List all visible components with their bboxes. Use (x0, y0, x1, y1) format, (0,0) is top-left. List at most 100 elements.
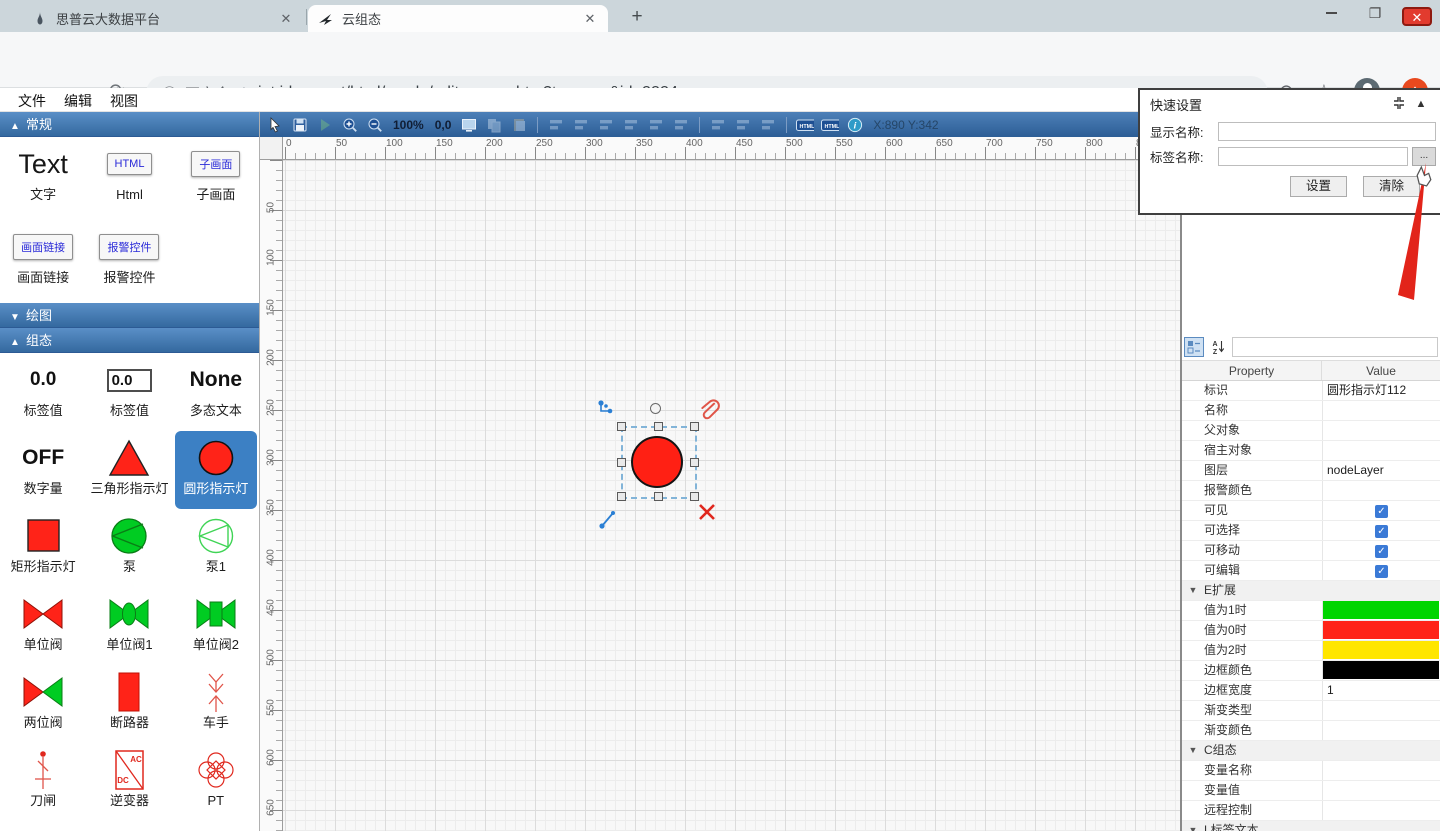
property-value[interactable] (1322, 401, 1440, 420)
menu-item[interactable]: 视图 (110, 91, 138, 111)
palette-item-label-value-glyph[interactable]: 0.0标签值 (2, 353, 84, 431)
palette-item-multistate-text-glyph[interactable]: None多态文本 (175, 353, 257, 431)
palette-item-circle-indicator-icon[interactable]: 圆形指示灯 (175, 431, 257, 509)
design-canvas[interactable] (283, 160, 1180, 831)
property-row[interactable]: 报警颜色 (1182, 481, 1440, 501)
property-value[interactable] (1322, 701, 1440, 720)
palette-section-general[interactable]: ▲常规 (0, 112, 259, 137)
delete-x-icon[interactable] (697, 502, 717, 527)
property-row[interactable]: 可移动✓ (1182, 541, 1440, 561)
palette-item-digital-glyph[interactable]: OFF数字量 (2, 431, 84, 509)
palette-item-subscreen-button[interactable]: 子画面子画面 (175, 137, 257, 215)
html-icon[interactable]: HTML (796, 116, 814, 134)
checkbox-checked-icon[interactable]: ✓ (1375, 525, 1388, 538)
checkbox-checked-icon[interactable]: ✓ (1375, 565, 1388, 578)
palette-item-text-glyph[interactable]: Text文字 (2, 137, 84, 215)
property-row[interactable]: 标识圆形指示灯112 (1182, 381, 1440, 401)
paperclip-icon[interactable] (698, 399, 720, 428)
property-value[interactable] (1322, 721, 1440, 740)
clear-button[interactable]: 清除 (1363, 176, 1420, 197)
property-row[interactable]: 可编辑✓ (1182, 561, 1440, 581)
property-row[interactable]: 远程控制 (1182, 801, 1440, 821)
property-value[interactable] (1322, 641, 1440, 660)
property-row[interactable]: 边框宽度1 (1182, 681, 1440, 701)
property-row[interactable]: 变量值 (1182, 781, 1440, 801)
sort-az-icon[interactable]: AZ (1208, 337, 1228, 357)
rotate-handle[interactable] (650, 403, 661, 414)
property-row[interactable]: 图层nodeLayer (1182, 461, 1440, 481)
palette-section-draw[interactable]: ▼绘图 (0, 303, 259, 328)
property-filter-box[interactable] (1232, 337, 1438, 357)
property-value[interactable]: ✓ (1322, 521, 1440, 540)
resize-handle-sw[interactable] (617, 492, 626, 501)
property-row[interactable]: 渐变类型 (1182, 701, 1440, 721)
color-swatch[interactable] (1323, 661, 1439, 679)
property-row[interactable]: 渐变颜色 (1182, 721, 1440, 741)
collapse-up-icon[interactable]: ▲ (1410, 98, 1432, 110)
property-value[interactable] (1322, 761, 1440, 780)
palette-item-two-position-valve-icon[interactable]: 两位阀 (2, 665, 84, 743)
resize-handle-w[interactable] (617, 458, 626, 467)
palette-item-pump1-icon[interactable]: 泵1 (175, 509, 257, 587)
menu-item[interactable]: 文件 (18, 91, 46, 111)
color-swatch[interactable] (1323, 601, 1439, 619)
property-value[interactable] (1322, 801, 1440, 820)
palette-item-screenlink-button[interactable]: 画面链接画面链接 (2, 220, 84, 298)
property-value[interactable] (1322, 421, 1440, 440)
property-row[interactable]: 值为0时 (1182, 621, 1440, 641)
property-value[interactable]: ✓ (1322, 541, 1440, 560)
checkbox-checked-icon[interactable]: ✓ (1375, 505, 1388, 518)
palette-section-scada[interactable]: ▲组态 (0, 328, 259, 353)
property-row[interactable]: 父对象 (1182, 421, 1440, 441)
tab-close-icon[interactable]: ✕ (582, 11, 598, 27)
palette-item-html-button[interactable]: HTMLHtml (88, 137, 170, 215)
set-button[interactable]: 设置 (1290, 176, 1347, 197)
palette-item-triangle-indicator-icon[interactable]: 三角形指示灯 (88, 431, 170, 509)
property-row[interactable]: 名称 (1182, 401, 1440, 421)
resize-line-icon[interactable] (596, 506, 622, 537)
property-row[interactable]: 变量名称 (1182, 761, 1440, 781)
property-group-row[interactable]: ▼C组态 (1182, 741, 1440, 761)
property-value[interactable] (1322, 481, 1440, 500)
palette-item-boxed-value-glyph[interactable]: 0.0标签值 (88, 353, 170, 431)
palette-item-valve-icon[interactable]: 单位阀 (2, 587, 84, 665)
property-value[interactable] (1322, 621, 1440, 640)
browse-tag-button[interactable]: ... (1412, 147, 1436, 166)
property-row[interactable]: 可选择✓ (1182, 521, 1440, 541)
property-value[interactable]: ✓ (1322, 561, 1440, 580)
property-value[interactable]: nodeLayer (1322, 461, 1440, 480)
property-value[interactable] (1322, 441, 1440, 460)
resize-handle-s[interactable] (654, 492, 663, 501)
property-value[interactable]: 圆形指示灯112 (1322, 381, 1440, 400)
new-tab-button[interactable]: + (624, 4, 650, 30)
group-collapse-icon[interactable]: ▼ (1182, 821, 1204, 831)
palette-item-pt-icon[interactable]: PT (175, 743, 257, 821)
property-row[interactable]: 值为2时 (1182, 641, 1440, 661)
display-name-input[interactable] (1218, 122, 1436, 141)
palette-item-breaker-icon[interactable]: 断路器 (88, 665, 170, 743)
html-preview-icon[interactable]: HTML (821, 116, 839, 134)
property-row[interactable]: 可见✓ (1182, 501, 1440, 521)
tab-close-icon[interactable]: ✕ (278, 11, 294, 27)
connect-nodes-icon[interactable] (597, 399, 617, 424)
checkbox-checked-icon[interactable]: ✓ (1375, 545, 1388, 558)
tab-scada-editor[interactable]: 云组态 ✕ (308, 5, 608, 32)
resize-handle-se[interactable] (690, 492, 699, 501)
property-value[interactable] (1322, 661, 1440, 680)
palette-item-inverter-icon[interactable]: ACDC逆变器 (88, 743, 170, 821)
property-value[interactable] (1322, 781, 1440, 800)
resize-handle-n[interactable] (654, 422, 663, 431)
screen-icon[interactable] (460, 116, 478, 134)
palette-item-valve1-icon[interactable]: 单位阀1 (88, 587, 170, 665)
tab-platform[interactable]: 思普云大数据平台 ✕ (22, 5, 304, 32)
resize-handle-e[interactable] (690, 458, 699, 467)
color-swatch[interactable] (1323, 641, 1439, 659)
categorized-view-icon[interactable] (1184, 337, 1204, 357)
property-value[interactable] (1322, 601, 1440, 620)
palette-item-square-indicator-icon[interactable]: 矩形指示灯 (2, 509, 84, 587)
palette-item-pump-icon[interactable]: 泵 (88, 509, 170, 587)
palette-item-alarm-button[interactable]: 报警控件报警控件 (88, 220, 170, 298)
resize-handle-nw[interactable] (617, 422, 626, 431)
palette-item-arrow-symbol-icon[interactable]: 车手 (175, 665, 257, 743)
info-icon[interactable]: i (846, 116, 864, 134)
